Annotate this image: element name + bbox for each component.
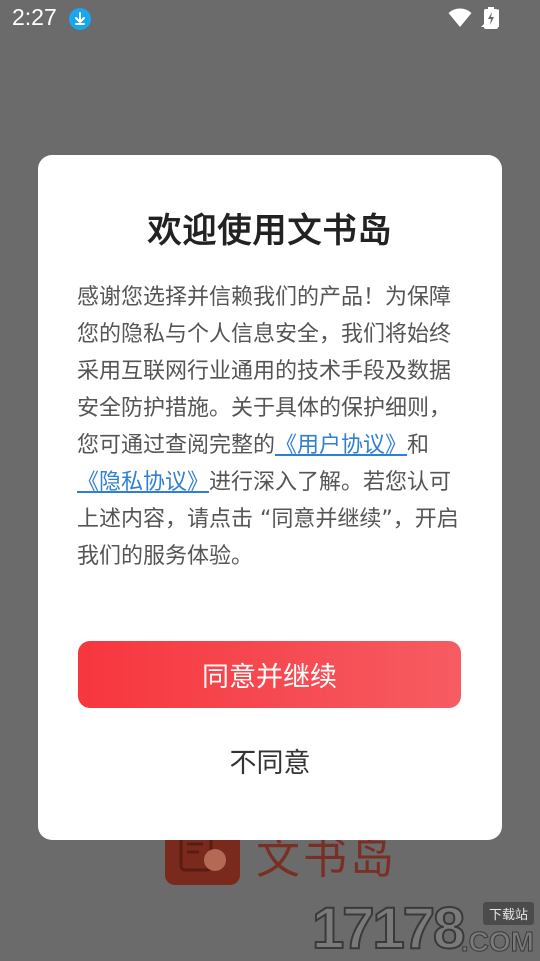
watermark-badge: 下载站 <box>482 902 534 925</box>
status-time: 2:27 <box>12 4 57 30</box>
privacy-policy-link[interactable]: 《隐私协议》 <box>77 470 209 495</box>
dialog-body: 感谢您选择并信赖我们的产品！为保障您的隐私与个人信息安全，我们将始终采用互联网行… <box>77 279 465 575</box>
watermark: 17178 下载站 .COM <box>311 896 535 961</box>
battery-icon <box>484 7 498 29</box>
watermark-digits: 17178 <box>311 896 466 961</box>
watermark-domain: .COM <box>460 926 534 958</box>
user-agreement-link[interactable]: 《用户协议》 <box>275 433 407 458</box>
dialog-title: 欢迎使用文书岛 <box>147 211 393 251</box>
disagree-button[interactable]: 不同意 <box>170 735 370 785</box>
wifi-icon <box>448 8 472 27</box>
privacy-dialog: 欢迎使用文书岛 感谢您选择并信赖我们的产品！为保障您的隐私与个人信息安全，我们将… <box>38 155 502 840</box>
download-icon <box>69 8 91 30</box>
body-text-and: 和 <box>407 433 430 458</box>
status-bar: 2:27 <box>0 0 540 38</box>
agree-button[interactable]: 同意并继续 <box>78 641 461 708</box>
